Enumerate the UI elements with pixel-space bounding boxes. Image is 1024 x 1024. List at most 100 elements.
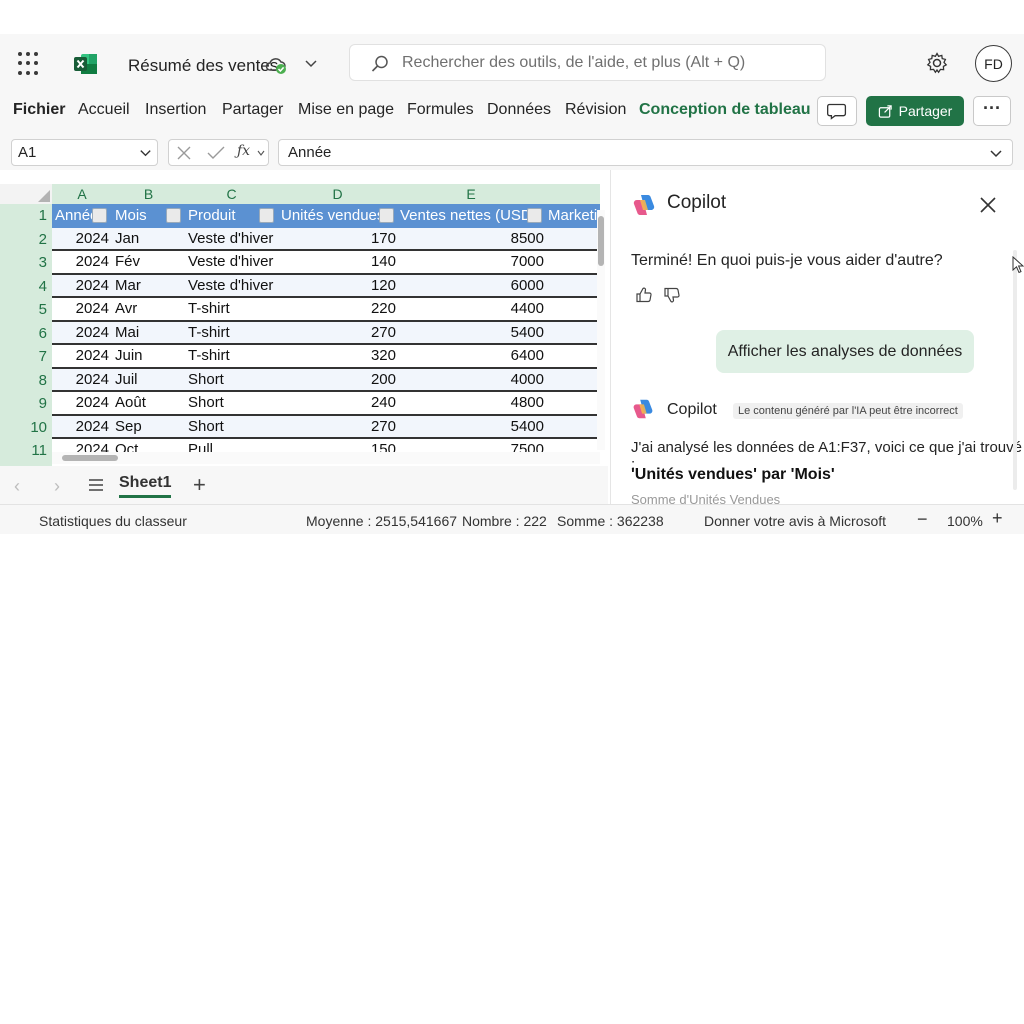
tab-fichier[interactable]: Fichier	[13, 101, 65, 119]
row-header[interactable]: 1	[0, 204, 52, 228]
feedback-link[interactable]: Donner votre avis à Microsoft	[704, 513, 886, 529]
more-options-button[interactable]: ···	[973, 96, 1011, 126]
chevron-down-icon[interactable]	[302, 54, 320, 72]
cell-unites-vendues[interactable]: 220	[278, 298, 396, 320]
cell-annee[interactable]: 2024	[52, 369, 109, 391]
tab-mise-en-page[interactable]: Mise en page	[298, 101, 394, 119]
cell-mois[interactable]: Juil	[115, 369, 185, 391]
cell-produit[interactable]: T-shirt	[188, 322, 278, 344]
cell-annee[interactable]: 2024	[52, 275, 109, 297]
close-icon[interactable]	[979, 196, 997, 214]
workbook-statistics-link[interactable]: Statistiques du classeur	[39, 513, 187, 529]
column-header-c[interactable]: C	[185, 184, 278, 204]
cell-mois[interactable]: Juin	[115, 345, 185, 367]
cell-mois[interactable]: Jan	[115, 228, 185, 250]
cell-annee[interactable]: 2024	[52, 392, 109, 414]
search-box[interactable]	[349, 44, 826, 81]
cell-produit[interactable]: Short	[188, 369, 278, 391]
avatar[interactable]: FD	[975, 45, 1012, 82]
document-title[interactable]: Résumé des ventes	[128, 56, 278, 76]
search-input[interactable]	[402, 51, 817, 75]
cell-ventes-nettes[interactable]: 4000	[397, 369, 544, 391]
cell-ventes-nettes[interactable]: 5400	[397, 416, 544, 438]
tab-conception-de-tableau[interactable]: Conception de tableau	[639, 101, 811, 119]
cell-produit[interactable]: Short	[188, 416, 278, 438]
horizontal-scrollbar[interactable]	[52, 452, 600, 464]
cell-annee[interactable]: 2024	[52, 251, 109, 273]
select-all-corner[interactable]	[0, 184, 52, 204]
cell-ventes-nettes[interactable]: 6400	[397, 345, 544, 367]
cell-mois[interactable]: Août	[115, 392, 185, 414]
cancel-icon[interactable]	[176, 145, 192, 161]
cell-mois[interactable]: Mar	[115, 275, 185, 297]
next-sheet-icon[interactable]: ›	[54, 476, 60, 497]
chevron-down-icon[interactable]	[988, 145, 1004, 161]
tab-revision[interactable]: Révision	[565, 101, 626, 119]
row-header[interactable]: 9	[0, 392, 52, 416]
comments-button[interactable]	[817, 96, 857, 126]
cell-unites-vendues[interactable]: 120	[278, 275, 396, 297]
tab-donnees[interactable]: Données	[487, 101, 551, 119]
thumbs-down-icon[interactable]	[663, 286, 681, 304]
cell-produit[interactable]: Short	[188, 392, 278, 414]
tab-partager[interactable]: Partager	[222, 101, 283, 119]
cell-produit[interactable]: T-shirt	[188, 298, 278, 320]
zoom-out-icon[interactable]: −	[917, 509, 928, 530]
cell-annee[interactable]: 2024	[52, 345, 109, 367]
zoom-in-icon[interactable]: +	[992, 508, 1003, 529]
column-header-e[interactable]: E	[397, 184, 545, 204]
copilot-scrollbar[interactable]	[1013, 250, 1017, 490]
column-header-d[interactable]: D	[278, 184, 397, 204]
cell-produit[interactable]: Veste d'hiver	[188, 275, 278, 297]
gear-icon[interactable]	[925, 51, 949, 75]
cloud-saved-icon[interactable]	[264, 54, 288, 76]
cell-unites-vendues[interactable]: 170	[278, 228, 396, 250]
cell-unites-vendues[interactable]: 320	[278, 345, 396, 367]
cell-ventes-nettes[interactable]: 5400	[397, 322, 544, 344]
cell-ventes-nettes[interactable]: 7000	[397, 251, 544, 273]
row-header[interactable]: 4	[0, 275, 52, 299]
filter-dropdown-icon[interactable]	[92, 208, 107, 223]
filter-dropdown-icon[interactable]	[259, 208, 274, 223]
cell-unites-vendues[interactable]: 140	[278, 251, 396, 273]
app-launcher-icon[interactable]	[18, 52, 42, 76]
cell-mois[interactable]: Avr	[115, 298, 185, 320]
cell-mois[interactable]: Mai	[115, 322, 185, 344]
cell-unites-vendues[interactable]: 240	[278, 392, 396, 414]
cell-annee[interactable]: 2024	[52, 416, 109, 438]
share-button[interactable]: Partager	[866, 96, 964, 126]
cell-ventes-nettes[interactable]: 8500	[397, 228, 544, 250]
column-header-a[interactable]: A	[52, 184, 112, 204]
tab-accueil[interactable]: Accueil	[78, 101, 130, 119]
all-sheets-menu-icon[interactable]	[88, 478, 104, 492]
cell-ventes-nettes[interactable]: 4400	[397, 298, 544, 320]
cell-unites-vendues[interactable]: 270	[278, 322, 396, 344]
header-ventes-nettes[interactable]: Ventes nettes (USD)	[397, 204, 545, 228]
show-data-insights-button[interactable]: Afficher les analyses de données	[716, 330, 974, 373]
row-header[interactable]: 6	[0, 322, 52, 346]
insert-function-icon[interactable]: ƒx	[237, 143, 250, 159]
scroll-thumb[interactable]	[62, 455, 118, 461]
cell-annee[interactable]: 2024	[52, 322, 109, 344]
tab-insertion[interactable]: Insertion	[145, 101, 206, 119]
previous-sheet-icon[interactable]: ‹	[14, 476, 20, 497]
cell-ventes-nettes[interactable]: 4800	[397, 392, 544, 414]
filter-dropdown-icon[interactable]	[166, 208, 181, 223]
row-header[interactable]: 5	[0, 298, 52, 322]
zoom-level[interactable]: 100%	[947, 513, 983, 529]
tab-formules[interactable]: Formules	[407, 101, 474, 119]
cell-produit[interactable]: Veste d'hiver	[188, 228, 278, 250]
cell-unites-vendues[interactable]: 200	[278, 369, 396, 391]
add-sheet-icon[interactable]: +	[193, 472, 206, 498]
row-header[interactable]: 10	[0, 416, 52, 440]
check-icon[interactable]	[207, 145, 225, 161]
spreadsheet-grid[interactable]: A B C D E 1 2 3 4 5 6 7 8 9 10 11 Année Mois Produ…	[0, 170, 608, 470]
column-header-b[interactable]: B	[112, 184, 185, 204]
formula-input[interactable]: Année	[278, 139, 1013, 166]
filter-dropdown-icon[interactable]	[527, 208, 542, 223]
scroll-thumb[interactable]	[598, 216, 604, 266]
cell-mois[interactable]: Sep	[115, 416, 185, 438]
cell-annee[interactable]: 2024	[52, 298, 109, 320]
cell-mois[interactable]: Fév	[115, 251, 185, 273]
cell-produit[interactable]: Veste d'hiver	[188, 251, 278, 273]
